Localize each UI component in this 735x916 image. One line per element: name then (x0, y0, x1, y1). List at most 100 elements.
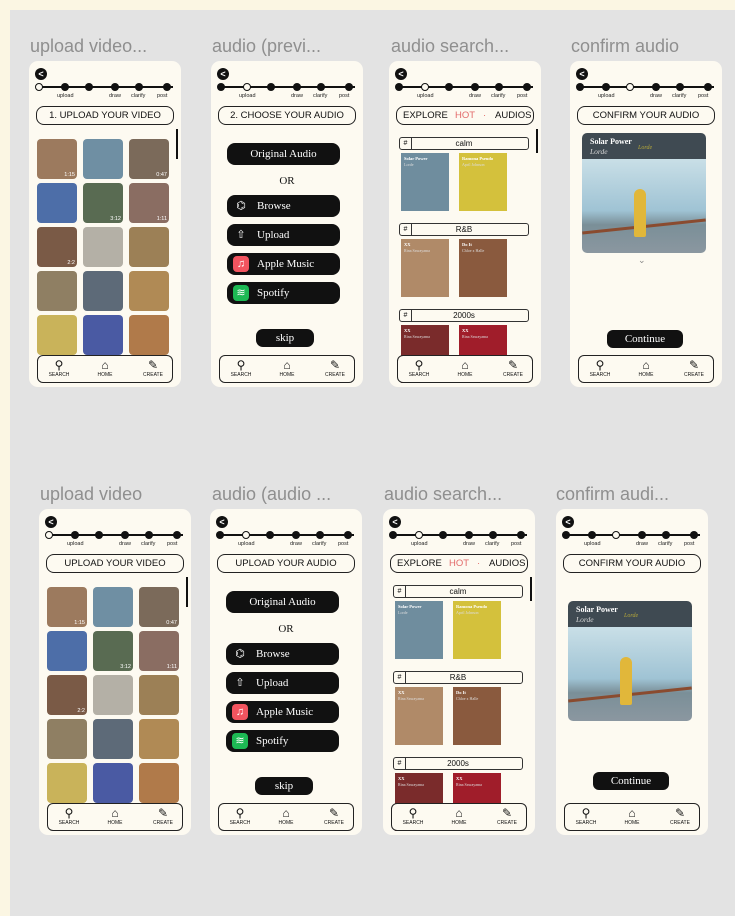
video-thumbnail[interactable]: 1:11 (139, 631, 179, 671)
nav-item-home[interactable]: ⌂ HOME (269, 806, 303, 826)
chevron-down-icon[interactable]: ⌄ (638, 255, 646, 266)
nav-item-home[interactable]: ⌂ HOME (270, 358, 304, 378)
tab-explore[interactable]: EXPLORE (403, 107, 448, 124)
nav-item-create[interactable]: ✎ CREATE (496, 358, 530, 378)
video-thumbnail[interactable] (93, 719, 133, 759)
nav-item-search[interactable]: ⚲ SEARCH (402, 358, 436, 378)
nav-item-create[interactable]: ✎ CREATE (136, 358, 170, 378)
nav-item-create[interactable]: ✎ CREATE (677, 358, 711, 378)
continue-button[interactable]: Continue (593, 772, 669, 790)
audio-option-upload[interactable]: ⇧ Upload (226, 672, 339, 694)
album-cover[interactable]: XX Rina Sawayama (395, 687, 443, 745)
video-thumbnail[interactable] (129, 315, 169, 355)
back-button[interactable]: < (395, 68, 407, 80)
video-thumbnail[interactable] (47, 631, 87, 671)
nav-item-home[interactable]: ⌂ HOME (615, 806, 649, 826)
frame-label: audio search... (391, 36, 510, 56)
audio-option-spotify[interactable]: ≋ Spotify (226, 730, 339, 752)
back-button[interactable]: < (45, 516, 57, 528)
nav-item-home[interactable]: ⌂ HOME (442, 806, 476, 826)
nav-item-home[interactable]: ⌂ HOME (629, 358, 663, 378)
video-thumbnail[interactable]: 2:2 (37, 227, 77, 267)
video-thumbnail[interactable] (37, 183, 77, 223)
video-thumbnail[interactable]: 0:47 (139, 587, 179, 627)
video-thumbnail[interactable]: 1:15 (47, 587, 87, 627)
back-button[interactable]: < (217, 68, 229, 80)
selected-audio-card[interactable]: Solar Power Lorde Lorde (568, 601, 692, 721)
nav-item-search[interactable]: ⚲ SEARCH (396, 806, 430, 826)
video-thumbnail[interactable] (83, 271, 123, 311)
video-thumbnail[interactable] (93, 763, 133, 803)
nav-item-create[interactable]: ✎ CREATE (663, 806, 697, 826)
audio-option-apple-music[interactable]: ♫ Apple Music (226, 701, 339, 723)
album-cover[interactable]: Solar Power Lorde (401, 153, 449, 211)
original-audio-button[interactable]: Original Audio (226, 591, 339, 613)
nav-item-create[interactable]: ✎ CREATE (317, 806, 351, 826)
video-thumbnail[interactable] (47, 763, 87, 803)
album-cover[interactable]: Ramona Pseudo April Johnson (459, 153, 507, 211)
audio-option-spotify[interactable]: ≋ Spotify (227, 282, 340, 304)
nav-item-create[interactable]: ✎ CREATE (146, 806, 180, 826)
video-thumbnail[interactable] (37, 271, 77, 311)
nav-item-home[interactable]: ⌂ HOME (88, 358, 122, 378)
video-thumbnail[interactable]: 2:2 (47, 675, 87, 715)
nav-label: HOME (638, 372, 654, 378)
back-button[interactable]: < (389, 516, 401, 528)
audio-option-browse[interactable]: ⌬ Browse (227, 195, 340, 217)
video-thumbnail[interactable] (129, 227, 169, 267)
video-thumbnail[interactable] (139, 719, 179, 759)
continue-button[interactable]: Continue (607, 330, 683, 348)
nav-item-search[interactable]: ⚲ SEARCH (224, 358, 258, 378)
skip-button[interactable]: skip (256, 329, 314, 347)
video-thumbnail[interactable] (93, 587, 133, 627)
tab-audios[interactable]: AUDIOS (489, 555, 525, 572)
skip-button[interactable]: skip (255, 777, 313, 795)
audio-option-upload[interactable]: ⇧ Upload (227, 224, 340, 246)
audio-option-apple-music[interactable]: ♫ Apple Music (227, 253, 340, 275)
video-thumbnail[interactable] (139, 763, 179, 803)
video-thumbnail[interactable] (83, 139, 123, 179)
video-thumbnail[interactable] (83, 315, 123, 355)
video-thumbnail[interactable] (129, 271, 169, 311)
scrollbar[interactable] (176, 129, 178, 159)
nav-item-create[interactable]: ✎ CREATE (490, 806, 524, 826)
audio-option-browse[interactable]: ⌬ Browse (226, 643, 339, 665)
album-cover[interactable]: Ramona Pseudo April Johnson (453, 601, 501, 659)
tab-hot[interactable]: HOT (455, 107, 475, 124)
scrollbar[interactable] (186, 577, 188, 607)
video-thumbnail[interactable] (93, 675, 133, 715)
back-button[interactable]: < (35, 68, 47, 80)
scrollbar[interactable] (536, 129, 538, 153)
nav-item-search[interactable]: ⚲ SEARCH (223, 806, 257, 826)
nav-item-search[interactable]: ⚲ SEARCH (583, 358, 617, 378)
tab-hot[interactable]: HOT (449, 555, 469, 572)
back-button[interactable]: < (216, 516, 228, 528)
nav-item-home[interactable]: ⌂ HOME (448, 358, 482, 378)
video-thumbnail[interactable]: 0:47 (129, 139, 169, 179)
video-thumbnail[interactable] (83, 227, 123, 267)
album-cover[interactable]: Do It Chloe x Halle (459, 239, 507, 297)
back-button[interactable]: < (576, 68, 588, 80)
video-thumbnail[interactable] (47, 719, 87, 759)
video-thumbnail[interactable]: 3:12 (83, 183, 123, 223)
scrollbar[interactable] (530, 577, 532, 601)
video-thumbnail[interactable] (139, 675, 179, 715)
original-audio-button[interactable]: Original Audio (227, 143, 340, 165)
video-thumbnail[interactable] (37, 315, 77, 355)
progress-label-post: post (339, 93, 350, 99)
nav-item-search[interactable]: ⚲ SEARCH (569, 806, 603, 826)
selected-audio-card[interactable]: Solar Power Lorde Lorde (582, 133, 706, 253)
album-cover[interactable]: XX Rina Sawayama (401, 239, 449, 297)
album-cover[interactable]: Do It Chloe x Halle (453, 687, 501, 745)
nav-item-create[interactable]: ✎ CREATE (318, 358, 352, 378)
nav-item-search[interactable]: ⚲ SEARCH (52, 806, 86, 826)
album-cover[interactable]: Solar Power Lorde (395, 601, 443, 659)
video-thumbnail[interactable]: 1:15 (37, 139, 77, 179)
video-thumbnail[interactable]: 1:11 (129, 183, 169, 223)
nav-item-search[interactable]: ⚲ SEARCH (42, 358, 76, 378)
nav-item-home[interactable]: ⌂ HOME (98, 806, 132, 826)
tab-explore[interactable]: EXPLORE (397, 555, 442, 572)
tab-audios[interactable]: AUDIOS (495, 107, 531, 124)
back-button[interactable]: < (562, 516, 574, 528)
video-thumbnail[interactable]: 3:12 (93, 631, 133, 671)
